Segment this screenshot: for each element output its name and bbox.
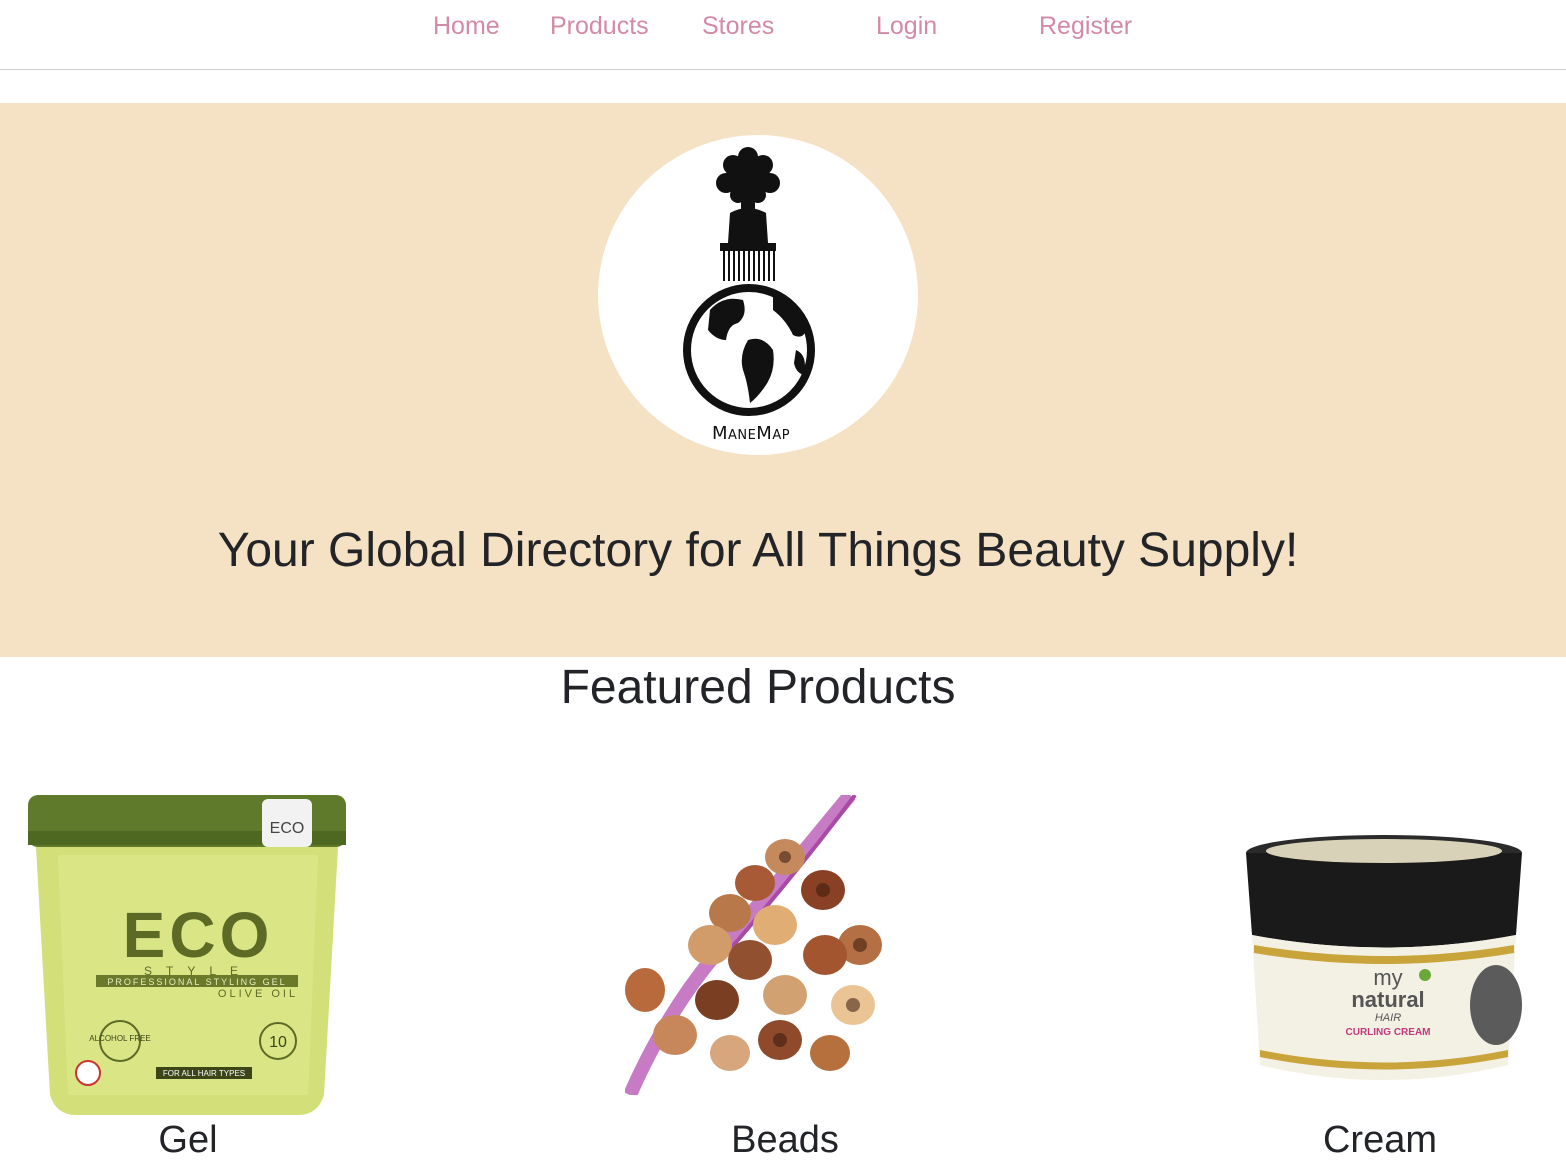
svg-text:HAIR: HAIR [1375,1012,1401,1024]
svg-text:ECO: ECO [123,899,274,971]
svg-text:10: 10 [269,1034,287,1051]
svg-text:PROFESSIONAL STYLING GEL: PROFESSIONAL STYLING GEL [107,977,286,987]
svg-text:FOR ALL HAIR TYPES: FOR ALL HAIR TYPES [163,1069,245,1078]
nav-products-link[interactable]: Products [550,10,649,42]
svg-text:ECO: ECO [270,820,305,837]
cream-product-image[interactable]: my natural HAIR CURLING CREAM [1220,795,1536,1095]
top-navbar: Home Products Stores Login Register [0,0,1566,70]
product-name-beads[interactable]: Beads [625,1117,945,1163]
nav-register-link[interactable]: Register [1039,10,1132,42]
gel-product-image[interactable]: ECO ECO STYLE PROFESSIONAL STYLING GEL O… [28,795,346,1115]
svg-text:ALCOHOL FREE: ALCOHOL FREE [89,1034,151,1043]
product-name-cream[interactable]: Cream [1220,1117,1540,1163]
beads-product-image[interactable] [625,795,941,1095]
nav-stores-link[interactable]: Stores [702,10,774,42]
nav-home-link[interactable]: Home [433,10,500,42]
svg-text:CURLING CREAM: CURLING CREAM [1346,1027,1431,1038]
svg-text:natural: natural [1351,987,1424,1012]
manemap-logo: ManeMap [598,135,918,455]
logo-wordmark: ManeMap [711,423,791,444]
svg-text:OLIVE OIL: OLIVE OIL [218,988,298,1000]
product-name-gel[interactable]: Gel [28,1117,348,1163]
hero-banner: ManeMap Your Global Directory for All Th… [0,103,1566,657]
afro-pick-globe-icon [683,147,815,416]
featured-products-heading: Featured Products [560,661,956,714]
nav-login-link[interactable]: Login [876,10,937,42]
hero-tagline: Your Global Directory for All Things Bea… [217,524,1299,577]
